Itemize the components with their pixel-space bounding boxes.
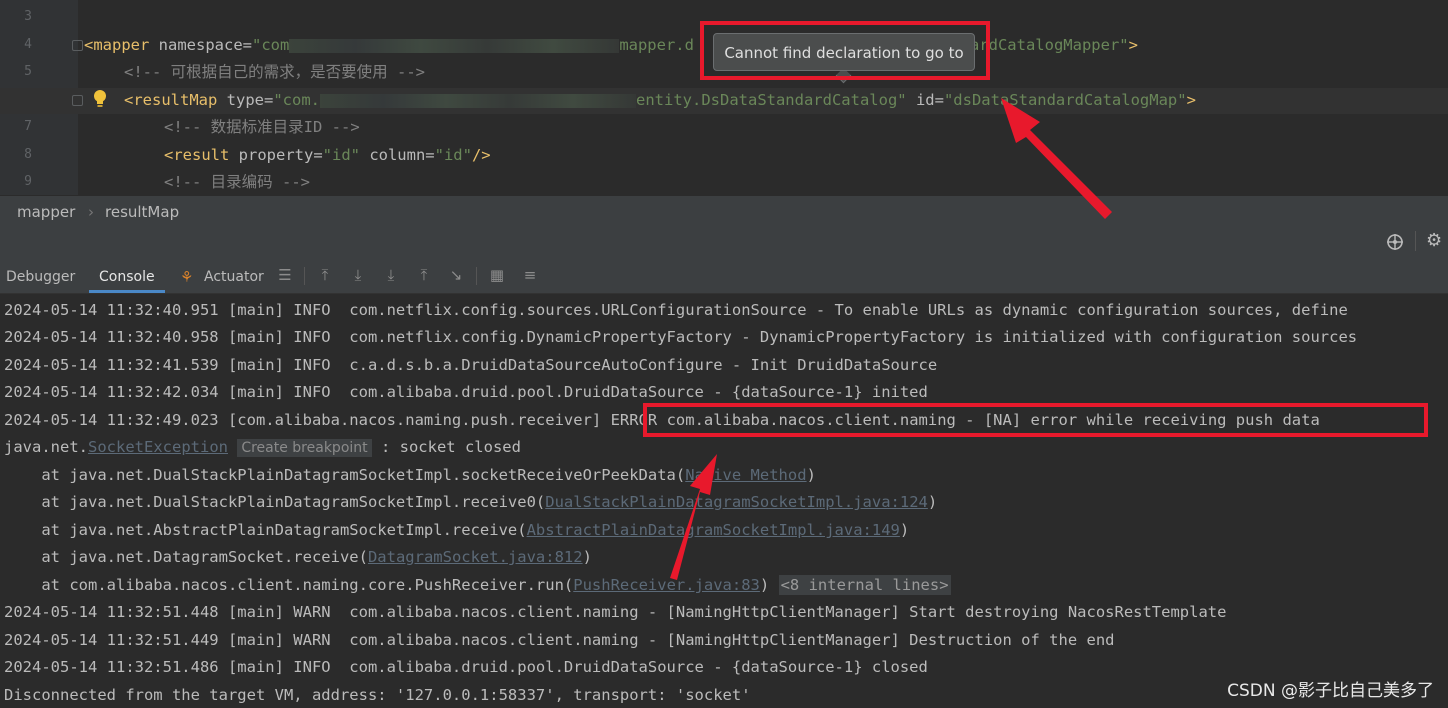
annotation-arrow bbox=[1001, 98, 1112, 219]
annotation-arrow bbox=[670, 454, 717, 580]
annotation-arrows bbox=[670, 98, 1112, 580]
watermark: CSDN @影子比自己美多了 bbox=[1227, 681, 1434, 701]
